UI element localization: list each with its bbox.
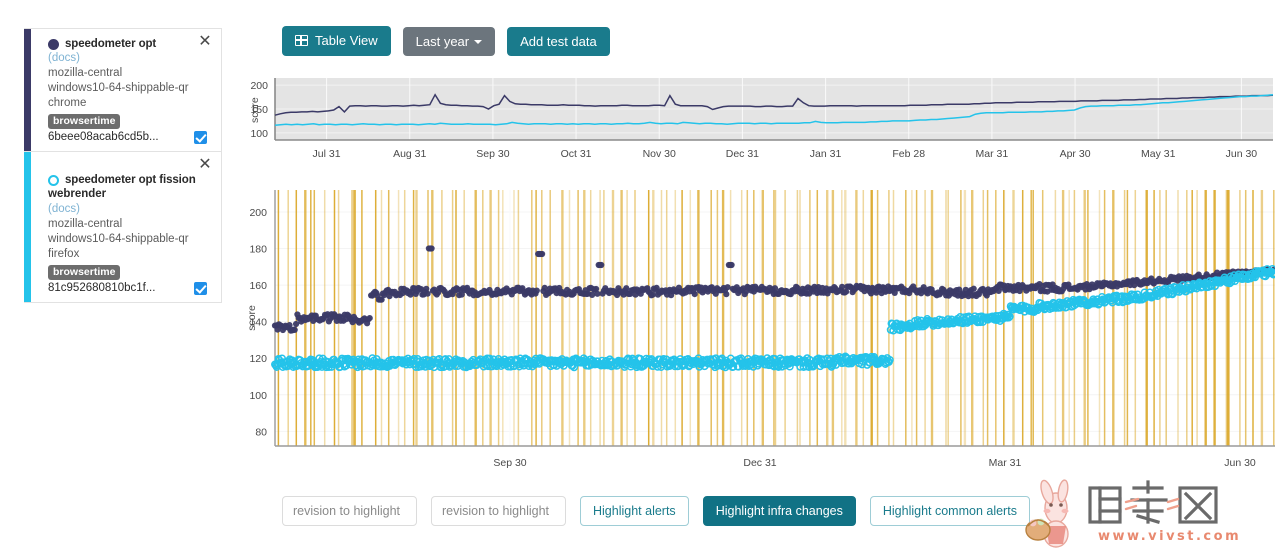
legend-revision-row: 81c952680810bc1f... bbox=[48, 281, 211, 296]
svg-text:80: 80 bbox=[255, 426, 267, 438]
performance-graph-page: ✕ speedometer opt (docs) mozilla-central… bbox=[0, 0, 1280, 558]
svg-text:200: 200 bbox=[250, 80, 268, 92]
legend-card-body: ✕ speedometer opt fission webrender (doc… bbox=[31, 152, 221, 302]
legend-revision: 81c952680810bc1f... bbox=[48, 282, 156, 294]
svg-text:Apr 30: Apr 30 bbox=[1060, 148, 1091, 160]
series-legend-panel: ✕ speedometer opt (docs) mozilla-central… bbox=[24, 28, 222, 303]
legend-framework-tag: browsertime bbox=[48, 265, 121, 280]
svg-text:Oct 31: Oct 31 bbox=[561, 148, 592, 160]
watermark-graphic: www.vivst.com bbox=[1025, 479, 1241, 548]
legend-revision: 6beee08acab6cd5b... bbox=[48, 131, 159, 143]
legend-platform: windows10-64-shippable-qr bbox=[48, 82, 189, 94]
docs-link[interactable]: (docs) bbox=[48, 51, 211, 66]
legend-color-stripe bbox=[24, 29, 31, 151]
infra-change-lines bbox=[277, 190, 1275, 446]
svg-text:May 31: May 31 bbox=[1141, 148, 1176, 160]
svg-text:Dec 31: Dec 31 bbox=[726, 148, 759, 160]
watermark-url: www.vivst.com bbox=[1098, 529, 1241, 544]
chart-toolbar: Table View Last year Add test data bbox=[282, 26, 610, 56]
svg-text:Mar 31: Mar 31 bbox=[989, 457, 1022, 469]
logo-text-icon bbox=[1088, 480, 1218, 524]
svg-text:Sep 30: Sep 30 bbox=[476, 148, 509, 160]
highlight-common-alerts-button[interactable]: Highlight common alerts bbox=[869, 496, 1030, 526]
revision-highlight-input-1[interactable] bbox=[282, 496, 417, 526]
legend-series-title: speedometer opt bbox=[65, 38, 157, 50]
legend-card-speedometer-opt[interactable]: ✕ speedometer opt (docs) mozilla-central… bbox=[24, 28, 222, 152]
bunny-icon bbox=[1025, 479, 1069, 548]
table-grid-icon bbox=[295, 35, 308, 46]
svg-text:Aug 31: Aug 31 bbox=[393, 148, 426, 160]
overview-chart[interactable]: 100 150 200 Jul 31 Aug 31 Sep 30 Oct 31 Nov 30 D… bbox=[243, 74, 1273, 169]
legend-browser: chrome bbox=[48, 97, 87, 109]
revision-highlight-input-2[interactable] bbox=[431, 496, 566, 526]
svg-text:200: 200 bbox=[249, 207, 267, 219]
svg-text:score: score bbox=[246, 305, 258, 331]
overview-chart-svg[interactable]: 100150200Jul 31 Aug 31 Sep 30 Oct 31 Nov 30 D… bbox=[243, 74, 1273, 169]
legend-framework-tag: browsertime bbox=[48, 114, 121, 129]
main-chart-svg[interactable]: 80100120140160180200Sep 30 Dec 31 Mar 31 Ju… bbox=[243, 188, 1275, 478]
svg-text:100: 100 bbox=[250, 128, 268, 140]
highlight-controls-bar: Highlight alerts Highlight infra changes… bbox=[282, 496, 1030, 526]
legend-card-speedometer-opt-fission[interactable]: ✕ speedometer opt fission webrender (doc… bbox=[24, 152, 222, 303]
close-icon[interactable]: ✕ bbox=[197, 33, 213, 49]
main-scatter-chart[interactable]: 80 100 120 140 160 180 200 Sep 30 Dec 31 Mar 31 Ju… bbox=[243, 188, 1275, 478]
logo-accent-strokes bbox=[1124, 497, 1180, 511]
caret-down-icon bbox=[474, 40, 483, 45]
svg-text:Dec 31: Dec 31 bbox=[743, 457, 776, 469]
legend-color-stripe bbox=[24, 152, 31, 302]
svg-text:Mar 31: Mar 31 bbox=[976, 148, 1009, 160]
timerange-dropdown-button[interactable]: Last year bbox=[402, 26, 496, 56]
timerange-label: Last year bbox=[415, 33, 470, 49]
svg-text:score: score bbox=[249, 97, 261, 123]
svg-text:Jun 30: Jun 30 bbox=[1226, 148, 1258, 160]
series-visibility-checkbox[interactable] bbox=[194, 282, 207, 295]
close-icon[interactable]: ✕ bbox=[197, 156, 213, 172]
svg-text:Jan 31: Jan 31 bbox=[810, 148, 842, 160]
docs-link[interactable]: (docs) bbox=[48, 202, 211, 217]
series-visibility-checkbox[interactable] bbox=[194, 131, 207, 144]
legend-series-title: speedometer opt fission bbox=[65, 174, 196, 186]
legend-platform: windows10-64-shippable-qr bbox=[48, 233, 189, 245]
svg-text:Feb 28: Feb 28 bbox=[892, 148, 925, 160]
highlight-alerts-button[interactable]: Highlight alerts bbox=[580, 496, 689, 526]
svg-text:Sep 30: Sep 30 bbox=[493, 457, 526, 469]
svg-text:Jun 30: Jun 30 bbox=[1224, 457, 1256, 469]
legend-revision-row: 6beee08acab6cd5b... bbox=[48, 130, 211, 145]
svg-text:180: 180 bbox=[249, 244, 267, 256]
legend-card-body: ✕ speedometer opt (docs) mozilla-central… bbox=[31, 29, 221, 151]
legend-repo: mozilla-central bbox=[48, 67, 123, 79]
highlight-infra-changes-button[interactable]: Highlight infra changes bbox=[702, 496, 856, 526]
legend-title-row: speedometer opt fission bbox=[48, 174, 211, 186]
hollow-circle-icon bbox=[48, 174, 59, 186]
svg-text:100: 100 bbox=[249, 390, 267, 402]
add-test-data-button[interactable]: Add test data bbox=[507, 26, 610, 56]
site-watermark: www.vivst.com bbox=[1022, 478, 1280, 558]
svg-text:Jul 31: Jul 31 bbox=[313, 148, 341, 160]
legend-series-subtitle: webrender bbox=[48, 188, 107, 200]
table-view-label: Table View bbox=[315, 33, 378, 48]
svg-text:160: 160 bbox=[249, 280, 267, 292]
legend-title-row: speedometer opt bbox=[48, 38, 211, 50]
legend-browser: firefox bbox=[48, 248, 80, 260]
table-view-button[interactable]: Table View bbox=[282, 26, 391, 56]
filled-circle-icon bbox=[48, 38, 59, 50]
legend-repo: mozilla-central bbox=[48, 218, 123, 230]
svg-text:Nov 30: Nov 30 bbox=[643, 148, 676, 160]
svg-text:120: 120 bbox=[249, 353, 267, 365]
